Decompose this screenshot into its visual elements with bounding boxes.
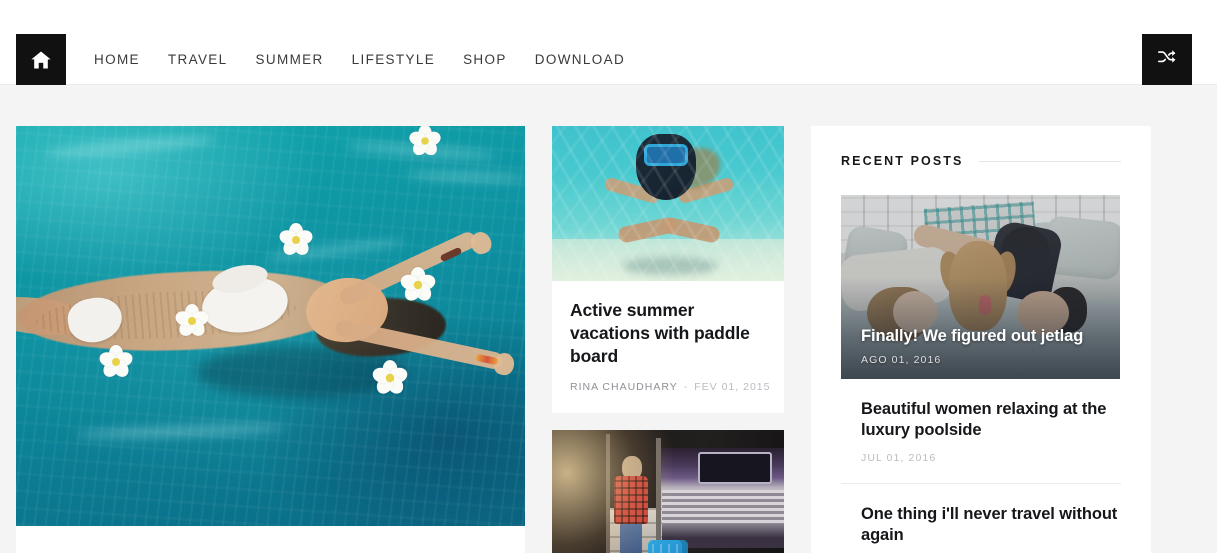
nav-item-lifestyle[interactable]: LIFESTYLE xyxy=(338,34,449,85)
plumeria-flower-icon xyxy=(277,223,315,258)
hero-column: Beautiful women relaxing at the l xyxy=(16,126,525,553)
train-window xyxy=(698,452,772,485)
plumeria-flower-icon xyxy=(97,345,135,380)
post-author[interactable]: RINA CHAUDHARY xyxy=(570,381,678,393)
post-card: Active summer vacations with paddle boar… xyxy=(552,126,784,414)
nav-item-shop[interactable]: SHOP xyxy=(449,34,521,85)
hero-post-card: Beautiful women relaxing at the l xyxy=(16,126,525,553)
main-navigation-bar: HOME TRAVEL SUMMER LIFESTYLE SHOP DOWNLO… xyxy=(0,34,1217,85)
post-title[interactable]: Active summer vacations with paddle boar… xyxy=(570,299,766,367)
meta-separator: - xyxy=(683,381,689,394)
featured-post-date: AGO 01, 2016 xyxy=(861,354,942,366)
post-image-snorkel[interactable] xyxy=(552,126,784,281)
recent-post-date: JUL 01, 2016 xyxy=(861,451,937,464)
post-meta: RINA CHAUDHARY - FEV 01, 2015 xyxy=(570,381,769,394)
sidebar: RECENT POSTS Finally! We figured out jet… xyxy=(811,126,1151,553)
top-white-strip xyxy=(0,0,1217,34)
train-panel-ribs xyxy=(662,490,784,525)
hero-post-image[interactable] xyxy=(16,126,525,526)
sun-flare xyxy=(552,430,672,553)
middle-column: Active summer vacations with paddle boar… xyxy=(552,126,784,553)
post-card-body: Active summer vacations with paddle boar… xyxy=(552,281,784,413)
header-divider xyxy=(979,160,1121,162)
post-image-train[interactable] xyxy=(552,430,784,553)
random-post-button[interactable] xyxy=(1142,34,1192,85)
post-card xyxy=(552,430,784,553)
nav-item-home[interactable]: HOME xyxy=(80,34,154,85)
plumeria-flower-icon xyxy=(370,360,410,397)
floating-woman-figure xyxy=(16,229,525,398)
home-icon xyxy=(30,50,52,70)
featured-post-title[interactable]: Finally! We figured out jetlag xyxy=(861,326,1106,347)
page-content: Beautiful women relaxing at the l Active… xyxy=(0,85,1217,553)
nav-links-list: HOME TRAVEL SUMMER LIFESTYLE SHOP DOWNLO… xyxy=(80,34,639,84)
recent-post-item: Beautiful women relaxing at the luxury p… xyxy=(841,379,1121,484)
shuffle-icon xyxy=(1157,48,1177,71)
recent-post-title[interactable]: One thing i'll never travel without agai… xyxy=(861,504,1121,547)
water-caustics xyxy=(552,126,784,281)
nav-item-summer[interactable]: SUMMER xyxy=(242,34,338,85)
plumeria-flower-icon xyxy=(173,304,211,339)
widget-header: RECENT POSTS xyxy=(841,154,1121,168)
plumeria-flower-icon xyxy=(398,267,438,304)
plumeria-flower-icon xyxy=(407,126,443,158)
hero-post-title[interactable]: Beautiful women relaxing at the l xyxy=(16,526,525,553)
nav-item-travel[interactable]: TRAVEL xyxy=(154,34,242,85)
recent-post-item: One thing i'll never travel without agai… xyxy=(841,484,1121,553)
home-button[interactable] xyxy=(16,34,66,85)
nav-item-download[interactable]: DOWNLOAD xyxy=(521,34,639,85)
featured-post-caption: Finally! We figured out jetlag AGO 01, 2… xyxy=(861,326,1106,366)
post-date: FEV 01, 2015 xyxy=(694,381,771,394)
featured-recent-post[interactable]: Finally! We figured out jetlag AGO 01, 2… xyxy=(841,195,1120,379)
recent-post-title[interactable]: Beautiful women relaxing at the luxury p… xyxy=(861,399,1121,442)
widget-title: RECENT POSTS xyxy=(841,154,964,168)
recent-posts-widget: RECENT POSTS Finally! We figured out jet… xyxy=(811,126,1151,553)
